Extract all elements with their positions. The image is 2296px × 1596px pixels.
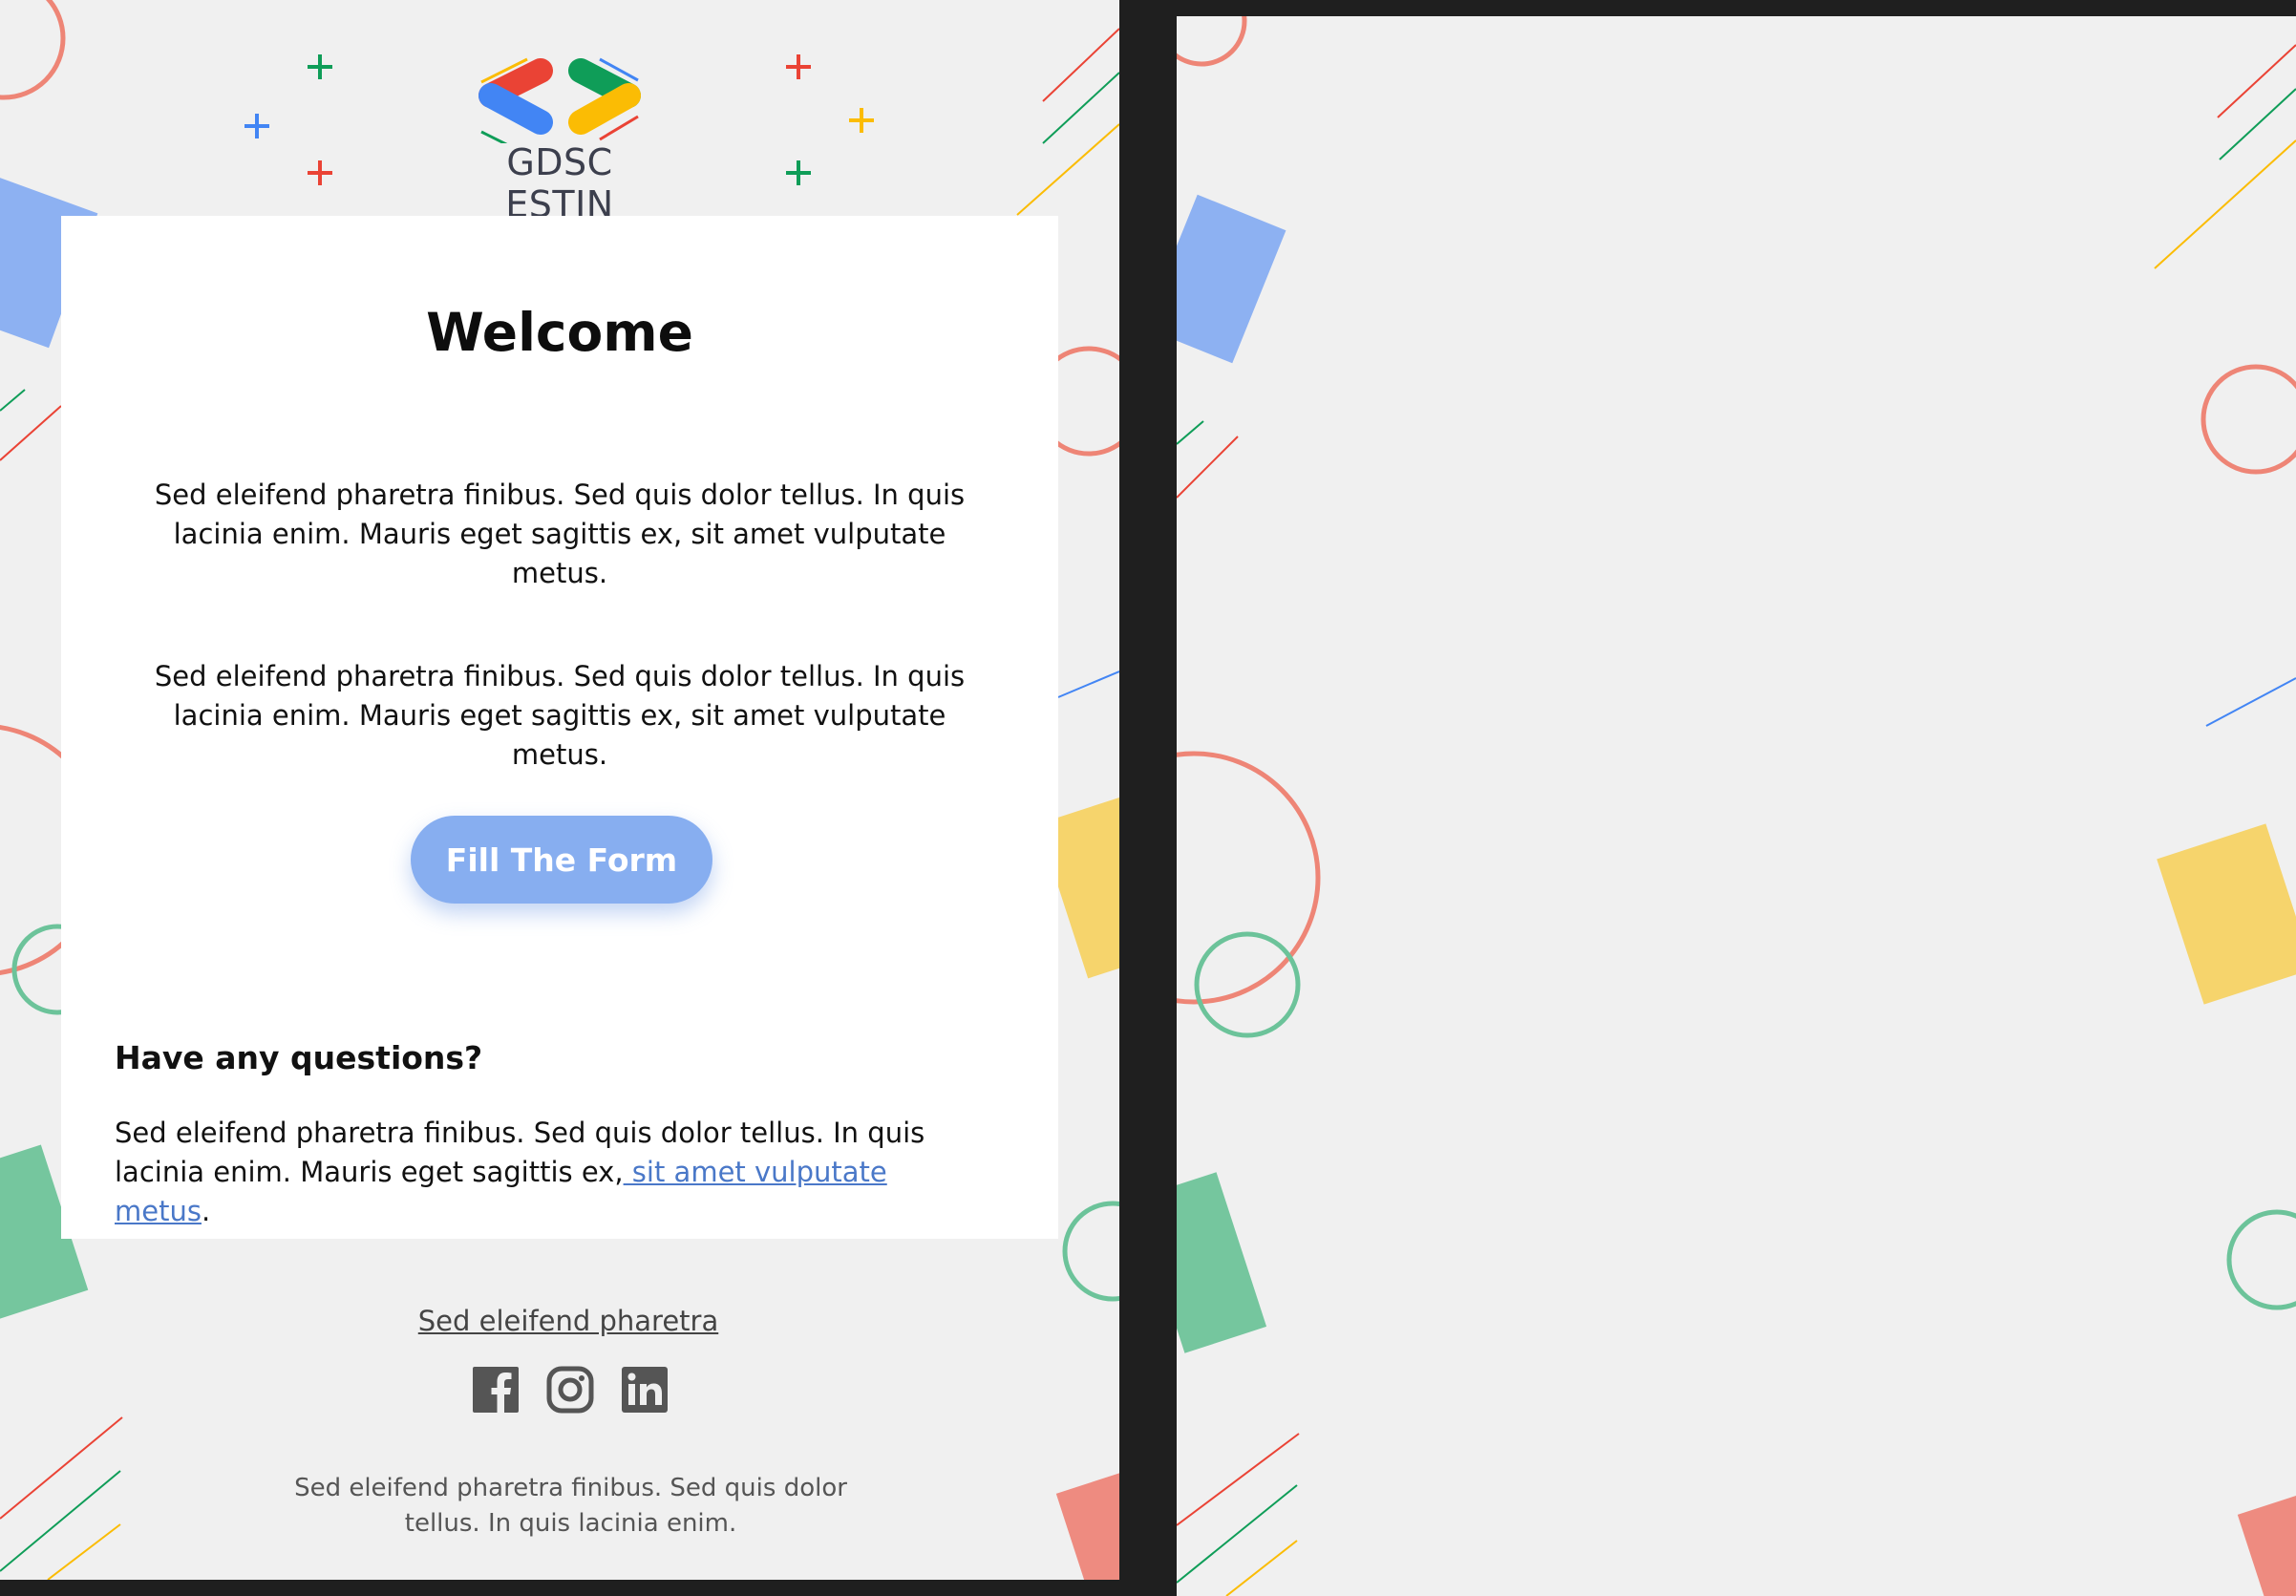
background-pattern (1177, 16, 2296, 1596)
linkedin-icon[interactable] (621, 1366, 669, 1414)
email-card: Welcome Sed eleifend pharetra finibus. S… (61, 216, 1058, 1239)
questions-text: Sed eleifend pharetra finibus. Sed quis … (115, 1114, 955, 1231)
questions-heading: Have any questions? (115, 1039, 483, 1076)
questions-end: . (201, 1195, 211, 1227)
email-paragraph-1: Sed eleifend pharetra finibus. Sed quis … (154, 479, 966, 589)
background-preview-panel (1177, 16, 2296, 1596)
email-preview-panel: GDSC ESTIN Welcome Sed eleifend pharetra… (0, 0, 1119, 1580)
instagram-icon[interactable] (546, 1366, 594, 1414)
email-title: Welcome (426, 302, 693, 363)
brand-logo: GDSC ESTIN (451, 55, 669, 225)
brand-name: GDSC ESTIN (505, 141, 614, 225)
facebook-icon[interactable] (472, 1366, 520, 1414)
footer-link[interactable]: Sed eleifend pharetra (0, 1305, 1119, 1337)
footer-note: Sed eleifend pharetra finibus. Sed quis … (294, 1474, 847, 1538)
fill-form-button[interactable]: Fill The Form (411, 816, 712, 904)
social-links (472, 1366, 669, 1414)
gdsc-logo-icon (478, 57, 641, 157)
email-paragraph-2: Sed eleifend pharetra finibus. Sed quis … (154, 660, 966, 771)
